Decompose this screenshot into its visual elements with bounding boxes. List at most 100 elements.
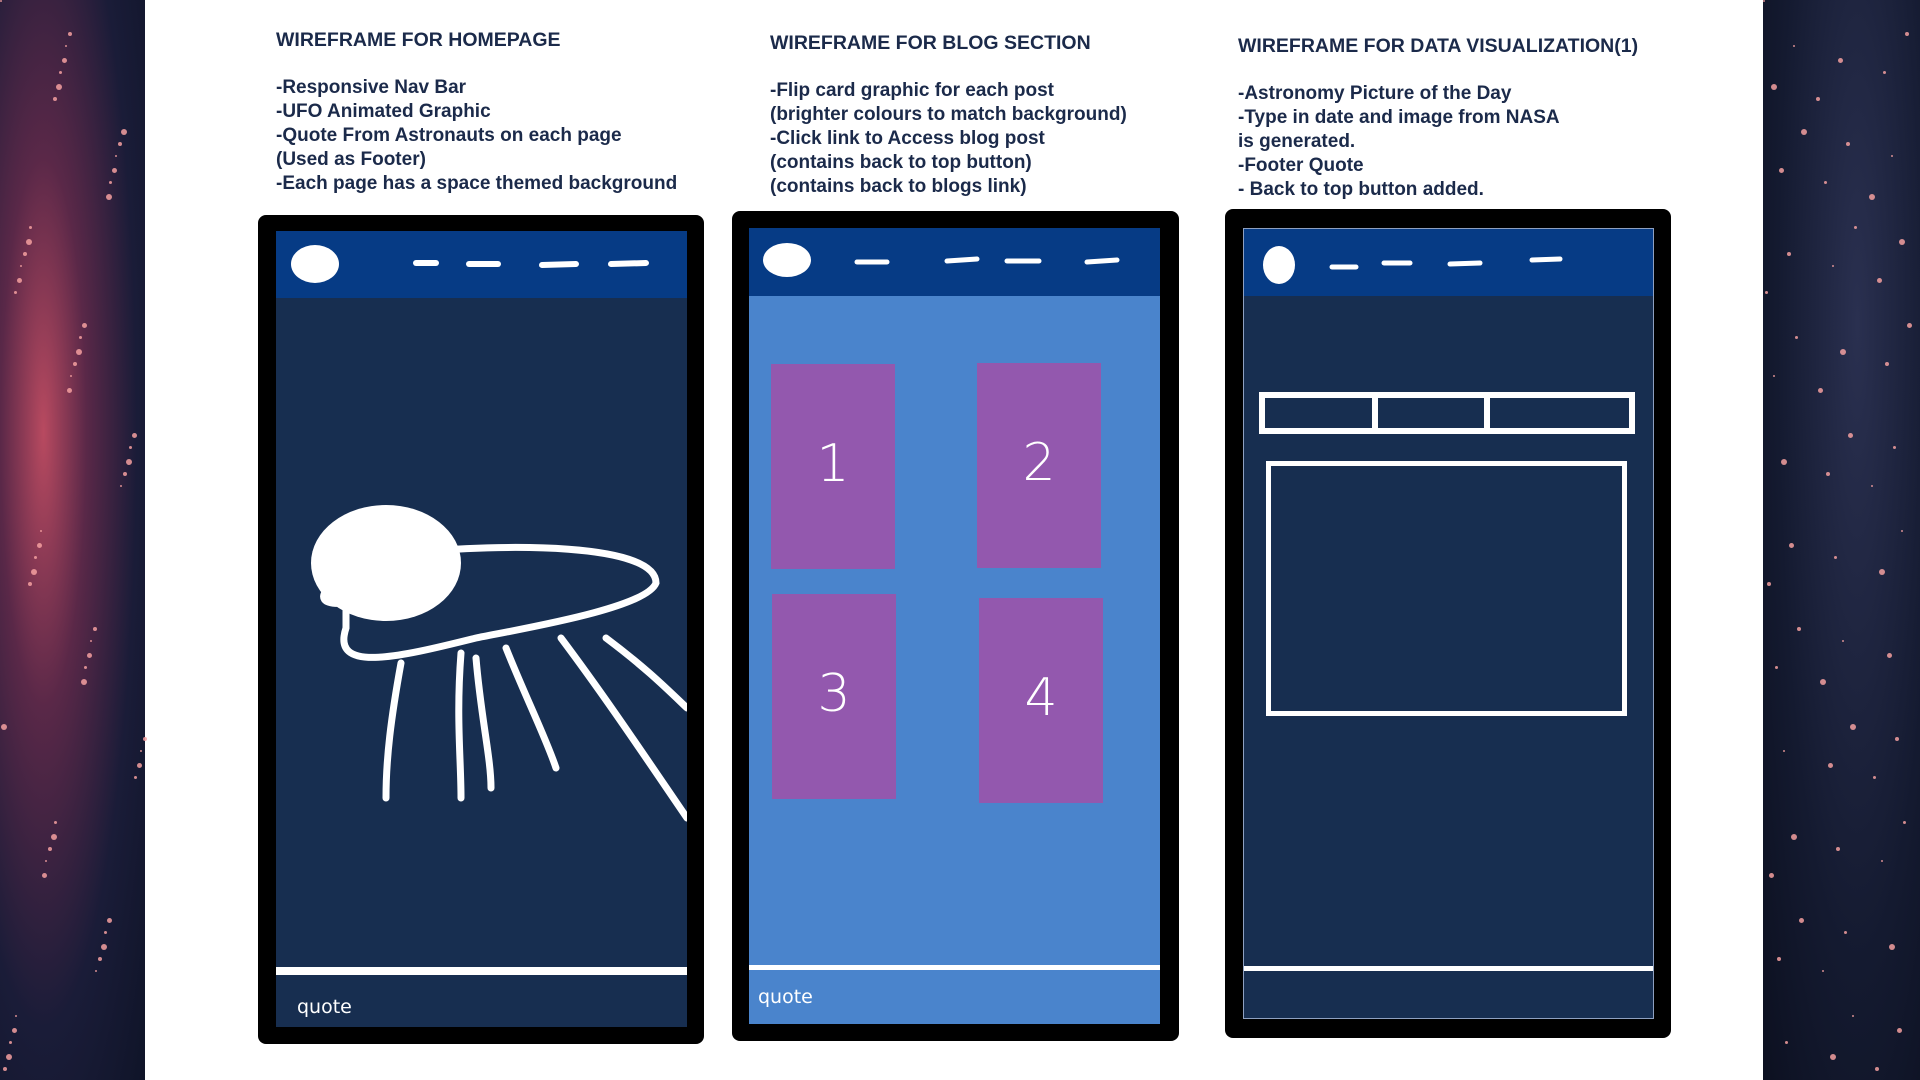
nav-sketch-icon (1263, 246, 1563, 284)
card-number: 2 (1022, 433, 1056, 493)
star-speck (73, 362, 77, 366)
star-speck (1887, 653, 1892, 658)
star-speck (84, 666, 87, 669)
star-speck (1844, 931, 1847, 934)
star-speck (1848, 433, 1853, 438)
star-speck (1836, 847, 1840, 851)
homepage-title: WIREFRAME FOR HOMEPAGE (276, 29, 561, 51)
note: -Astronomy Picture of the Day (1238, 83, 1512, 104)
star-speck (104, 931, 107, 934)
star-speck (134, 776, 137, 779)
date-field-month[interactable] (1378, 398, 1491, 428)
star-speck (70, 375, 72, 377)
blog-card-1[interactable]: 1 (771, 364, 895, 569)
blog-notes: WIREFRAME FOR BLOG SECTION -Flip card gr… (770, 31, 1127, 199)
star-speck (109, 181, 112, 184)
star-speck (76, 349, 82, 355)
star-speck (0, 0, 2, 2)
note: -Quote From Astronauts on each page (276, 125, 622, 146)
card-number: 4 (1024, 668, 1058, 728)
star-speck (1826, 472, 1830, 476)
star-speck (82, 323, 87, 328)
footer-divider (1244, 966, 1653, 971)
star-speck (1897, 1028, 1902, 1033)
star-speck (31, 569, 37, 575)
blog-card-3[interactable]: 3 (772, 594, 896, 799)
star-speck (1840, 349, 1846, 355)
star-speck (1850, 724, 1856, 730)
star-speck (15, 1015, 17, 1017)
star-speck (1846, 142, 1850, 146)
nav-bar (749, 228, 1160, 296)
star-speck (1881, 860, 1883, 862)
note: -Flip card graphic for each post (770, 80, 1054, 101)
ufo-graphic-icon (311, 505, 687, 822)
star-speck (137, 763, 142, 768)
star-speck (1773, 375, 1775, 377)
star-speck (1883, 71, 1886, 74)
star-speck (1893, 446, 1896, 449)
star-speck (126, 459, 132, 465)
star-speck (6, 1054, 12, 1060)
star-speck (1797, 627, 1801, 631)
note: -Click link to Access blog post (770, 128, 1045, 149)
star-speck (1822, 970, 1824, 972)
nav-sketch-icon (763, 243, 1120, 277)
star-speck (1785, 1041, 1788, 1044)
star-speck (1877, 278, 1882, 283)
footer-quote: quote (758, 986, 813, 1008)
note: -Type in date and image from NASA (1238, 107, 1560, 128)
star-speck (1789, 543, 1794, 548)
star-speck (1779, 168, 1784, 173)
note: (contains back to top button) (770, 152, 1032, 173)
star-speck (129, 446, 132, 449)
star-speck (1889, 944, 1895, 950)
star-speck (123, 472, 127, 476)
star-speck (120, 485, 122, 487)
star-speck (1801, 129, 1807, 135)
star-speck (1905, 32, 1909, 36)
star-speck (1799, 918, 1804, 923)
star-speck (1795, 336, 1798, 339)
star-speck (1907, 323, 1912, 328)
star-speck (1830, 1054, 1836, 1060)
note: - Back to top button added. (1238, 179, 1484, 200)
star-speck (29, 226, 32, 229)
star-speck (1842, 640, 1844, 642)
star-speck (9, 1041, 12, 1044)
star-speck (34, 556, 37, 559)
star-speck (67, 388, 72, 393)
blog-card-2[interactable]: 2 (977, 363, 1101, 568)
date-field-year[interactable] (1490, 398, 1629, 428)
star-speck (115, 155, 117, 157)
space-background-left (0, 0, 145, 1080)
star-speck (143, 737, 147, 741)
star-speck (101, 944, 107, 950)
star-speck (17, 278, 22, 283)
note: (contains back to blogs link) (770, 176, 1027, 197)
star-speck (54, 821, 57, 824)
note: -UFO Animated Graphic (276, 101, 491, 122)
star-speck (93, 627, 97, 631)
star-speck (53, 97, 57, 101)
footer-divider (276, 967, 687, 975)
blog-card-4[interactable]: 4 (979, 598, 1103, 803)
star-speck (1816, 97, 1820, 101)
star-speck (26, 239, 32, 245)
star-speck (1791, 834, 1797, 840)
star-speck (106, 194, 112, 200)
star-speck (23, 252, 27, 256)
card-number: 3 (817, 664, 851, 724)
date-input[interactable] (1259, 392, 1635, 434)
star-speck (65, 45, 67, 47)
star-speck (79, 336, 82, 339)
star-speck (112, 168, 117, 173)
nav-bar (1244, 229, 1653, 296)
date-field-day[interactable] (1265, 398, 1378, 428)
star-speck (1891, 155, 1893, 157)
note: (brighter colours to match background) (770, 104, 1127, 125)
star-speck (81, 679, 87, 685)
star-speck (12, 1028, 17, 1033)
note: -Responsive Nav Bar (276, 77, 467, 98)
blog-title: WIREFRAME FOR BLOG SECTION (770, 32, 1091, 54)
